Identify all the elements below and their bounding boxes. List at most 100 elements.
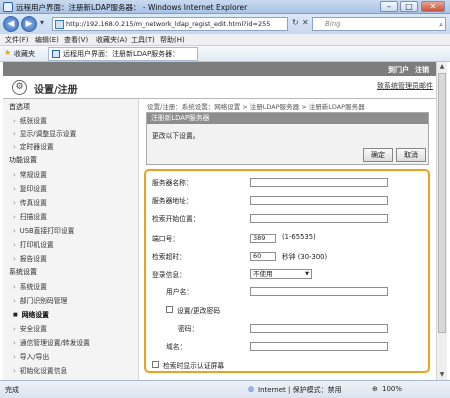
close-button[interactable]: ✕ xyxy=(421,1,445,12)
sidebar-item-usb-print[interactable]: USB直接打印设置 xyxy=(13,225,75,235)
back-button[interactable]: ◀ xyxy=(3,16,19,32)
port-input[interactable]: 389 xyxy=(250,234,276,243)
show-auth-label: 检索时显示认证屏幕 xyxy=(163,362,225,370)
sidebar-item-network[interactable]: 网络设置 xyxy=(13,309,49,319)
portal-link[interactable]: 到门户 xyxy=(388,65,409,75)
page-title: 设置/注册 xyxy=(34,85,78,96)
breadcrumb[interactable]: 设置/注册：系统设置：网络设置 > 注册LDAP服务器 > 注册新LDAP服务器 xyxy=(147,101,365,111)
ok-button[interactable]: 确定 xyxy=(363,148,393,162)
tab-label: 远程用户界面：注册新LDAP服务器： xyxy=(63,50,180,58)
sidebar-item-printer[interactable]: 打印机设置 xyxy=(13,239,54,249)
cancel-button[interactable]: 取消 xyxy=(396,148,426,162)
menu-tools[interactable]: 工具(T) xyxy=(131,35,155,45)
address-url: http://192.168.0.215/m_network_ldap_regi… xyxy=(66,20,271,28)
port-label: 端口号： xyxy=(152,235,180,243)
scroll-up-icon[interactable]: ▲ xyxy=(437,62,447,72)
sidebar-item-fax[interactable]: 传真设置 xyxy=(13,197,47,207)
recent-pages-icon[interactable]: ▾ xyxy=(40,18,44,27)
sidebar-item-scan[interactable]: 扫描设置 xyxy=(13,211,47,221)
username-label: 用户名： xyxy=(166,288,194,296)
window-titlebar: 远程用户界面：注册新LDAP服务器： - Windows Internet Ex… xyxy=(0,0,450,14)
server-name-label: 服务器名称： xyxy=(152,179,193,187)
favorites-star-icon[interactable]: ★ xyxy=(4,48,11,57)
chevron-down-icon: ▼ xyxy=(305,271,309,277)
browser-tab[interactable]: 远程用户界面：注册新LDAP服务器： xyxy=(48,47,198,61)
status-bar: 完成 ◍ Internet | 保护模式：禁用 ⊕ 100% xyxy=(0,380,450,398)
favorites-bar: ★ 收藏夹 远程用户界面：注册新LDAP服务器： xyxy=(0,46,450,62)
navigation-bar: ◀ ▶ ▾ http://192.168.0.215/m_network_lda… xyxy=(0,14,450,34)
sidebar-section-function: 功能设置 xyxy=(9,156,37,164)
set-password-label: 设置/更改密码 xyxy=(177,307,221,315)
sidebar: 首选项 纸张设置 显示/调整显示设置 定时器设置 功能设置 常规设置 复印设置 … xyxy=(3,99,139,380)
sidebar-item-security[interactable]: 安全设置 xyxy=(13,323,47,333)
tab-page-icon xyxy=(52,50,60,58)
search-icon[interactable]: ⌕ xyxy=(439,19,443,31)
menu-view[interactable]: 查看(V) xyxy=(64,35,88,45)
minimize-button[interactable]: – xyxy=(380,1,398,12)
menu-bar: 文件(F) 编辑(E) 查看(V) 收藏夹(A) 工具(T) 帮助(H) xyxy=(0,34,450,46)
zoom-level[interactable]: 100% xyxy=(382,385,402,393)
menu-favorites[interactable]: 收藏夹(A) xyxy=(96,35,127,45)
sidebar-item-general[interactable]: 常规设置 xyxy=(13,169,47,179)
status-text: 完成 xyxy=(5,386,19,394)
set-password-checkbox[interactable] xyxy=(166,306,173,313)
sidebar-section-system: 系统设置 xyxy=(9,268,37,276)
maximize-button[interactable]: □ xyxy=(400,1,418,12)
server-name-input[interactable] xyxy=(250,178,388,187)
vertical-scrollbar[interactable]: ▲ ▼ xyxy=(436,62,447,380)
sidebar-item-import-export[interactable]: 导入/导出 xyxy=(13,351,49,361)
page-icon xyxy=(55,20,64,29)
sidebar-item-paper[interactable]: 纸张设置 xyxy=(13,115,47,125)
sidebar-item-display[interactable]: 显示/调整显示设置 xyxy=(13,128,77,138)
sidebar-item-system[interactable]: 系统设置 xyxy=(13,281,47,291)
forward-button[interactable]: ▶ xyxy=(21,16,37,32)
menu-file[interactable]: 文件(F) xyxy=(5,35,29,45)
menu-edit[interactable]: 编辑(E) xyxy=(35,35,59,45)
login-info-select[interactable]: 不使用 ▼ xyxy=(250,269,312,279)
dialog-panel: 注册新LDAP服务器 更改以下设置。 确定 取消 xyxy=(146,112,429,165)
stop-icon[interactable]: ✕ xyxy=(302,18,309,27)
globe-icon: ◍ xyxy=(248,385,255,393)
search-start-label: 检索开始位置： xyxy=(152,215,200,223)
sidebar-item-comm[interactable]: 通信管理设置/转发设置 xyxy=(13,337,90,347)
password-input[interactable] xyxy=(250,324,388,333)
timeout-label: 检索超时： xyxy=(152,253,186,261)
login-info-label: 登录信息： xyxy=(152,271,186,279)
username-input[interactable] xyxy=(250,287,388,296)
sidebar-item-copy[interactable]: 复印设置 xyxy=(13,183,47,193)
zoom-icon[interactable]: ⊕ xyxy=(372,385,378,393)
sidebar-item-timer[interactable]: 定时器设置 xyxy=(13,141,54,151)
address-bar[interactable]: http://192.168.0.215/m_network_ldap_regi… xyxy=(52,17,288,31)
sidebar-item-report[interactable]: 报告设置 xyxy=(13,253,47,263)
settings-gear-icon: ⚙ xyxy=(12,80,27,95)
show-auth-checkbox[interactable] xyxy=(152,361,159,368)
page-header: ⚙ 设置/注册 致系统管理员邮件 xyxy=(3,76,436,99)
server-address-input[interactable] xyxy=(250,196,388,205)
logout-link[interactable]: 注销 xyxy=(415,65,429,75)
scroll-down-icon[interactable]: ▼ xyxy=(437,370,447,380)
domain-label: 域名： xyxy=(166,343,187,351)
refresh-icon[interactable]: ↻ xyxy=(292,18,299,27)
sidebar-item-init[interactable]: 初始化设置信息 xyxy=(13,365,68,375)
ldap-form: 服务器名称： 服务器地址： 检索开始位置： 端口号： 389 (1-65535)… xyxy=(144,169,430,373)
port-range: (1-65535) xyxy=(282,233,316,241)
domain-input[interactable] xyxy=(250,342,388,351)
search-placeholder: Bing xyxy=(325,20,341,28)
favorites-label[interactable]: 收藏夹 xyxy=(14,49,35,59)
scroll-thumb[interactable] xyxy=(438,73,446,333)
dialog-message: 更改以下设置。 xyxy=(152,132,200,140)
search-input[interactable]: Bing ⌕ xyxy=(312,17,446,31)
top-strip: 到门户 注销 xyxy=(3,62,436,76)
menu-help[interactable]: 帮助(H) xyxy=(160,35,185,45)
dialog-title: 注册新LDAP服务器 xyxy=(147,113,428,124)
timeout-input[interactable]: 60 xyxy=(250,252,276,261)
page-content: 到门户 注销 ⚙ 设置/注册 致系统管理员邮件 首选项 纸张设置 显示/调整显示… xyxy=(3,62,436,380)
search-start-input[interactable] xyxy=(250,214,388,223)
login-info-value: 不使用 xyxy=(253,270,273,278)
password-label: 密码： xyxy=(178,325,199,333)
window-title: 远程用户界面：注册新LDAP服务器： - Windows Internet Ex… xyxy=(16,3,248,12)
sidebar-item-dept-id[interactable]: 部门识别码管理 xyxy=(13,295,68,305)
sidebar-section-preferences: 首选项 xyxy=(9,103,30,111)
mail-admin-link[interactable]: 致系统管理员邮件 xyxy=(377,81,433,91)
timeout-range: 秒钟 (30-300) xyxy=(282,253,328,261)
